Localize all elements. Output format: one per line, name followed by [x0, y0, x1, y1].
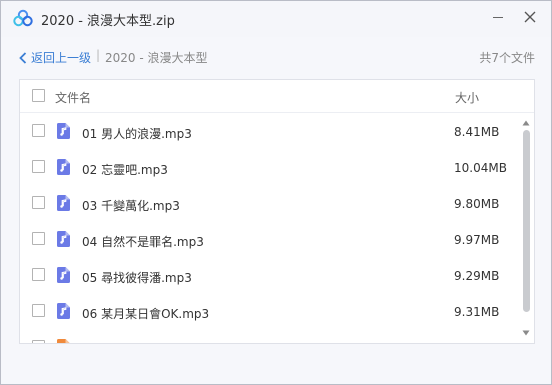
- file-size: 10.04MB: [454, 161, 507, 175]
- back-button[interactable]: 返回上一级: [19, 49, 91, 66]
- chevron-left-icon: [19, 51, 27, 64]
- archive-preview-window: 2020 - 浪漫大本型.zip 返回上一级 | 2020 - 浪漫大本型 共7…: [0, 0, 552, 385]
- file-size: 9.97MB: [454, 233, 500, 247]
- file-size: 8.41MB: [454, 125, 500, 139]
- row-checkbox[interactable]: [32, 232, 45, 245]
- table-row[interactable]: 04 自然不是罪名.mp3 9.97MB: [20, 221, 520, 257]
- music-file-icon: [57, 231, 70, 247]
- title-bar: 2020 - 浪漫大本型.zip: [1, 1, 551, 37]
- back-label: 返回上一级: [31, 51, 92, 65]
- close-icon[interactable]: [519, 6, 541, 28]
- music-file-icon: [57, 159, 70, 175]
- column-header-size: 大小: [455, 91, 480, 105]
- window-title: 2020 - 浪漫大本型.zip: [41, 14, 175, 29]
- table-row[interactable]: [20, 329, 520, 343]
- music-file-icon: [57, 303, 70, 319]
- navigation-bar: 返回上一级 | 2020 - 浪漫大本型 共7个文件: [1, 41, 551, 71]
- scroll-up-arrow-icon[interactable]: [522, 120, 530, 126]
- file-list-panel: 文件名 大小 01 男人的浪漫.mp3 8.41MB 02 忘靈吧.mp3 10…: [19, 79, 535, 344]
- music-file-icon: [57, 123, 70, 139]
- file-name: 05 尋找彼得潘.mp3: [82, 271, 192, 285]
- file-name: 06 某月某日會OK.mp3: [82, 307, 210, 321]
- file-name: 02 忘靈吧.mp3: [82, 163, 168, 177]
- row-checkbox[interactable]: [32, 304, 45, 317]
- breadcrumb-current-folder: 2020 - 浪漫大本型: [105, 51, 208, 65]
- file-icon: [57, 339, 70, 343]
- file-size: 9.29MB: [454, 269, 500, 283]
- file-size: 9.80MB: [454, 197, 500, 211]
- table-row[interactable]: 01 男人的浪漫.mp3 8.41MB: [20, 113, 520, 149]
- select-all-checkbox[interactable]: [32, 89, 45, 102]
- table-row[interactable]: 03 千變萬化.mp3 9.80MB: [20, 185, 520, 221]
- scroll-down-arrow-icon[interactable]: [522, 330, 530, 336]
- table-row[interactable]: 06 某月某日會OK.mp3 9.31MB: [20, 293, 520, 329]
- file-count: 共7个文件: [479, 51, 535, 65]
- breadcrumb-separator: |: [96, 48, 101, 62]
- table-header: 文件名 大小: [20, 80, 534, 113]
- scrollbar-thumb[interactable]: [523, 130, 530, 312]
- table-row[interactable]: 05 尋找彼得潘.mp3 9.29MB: [20, 257, 520, 293]
- music-file-icon: [57, 195, 70, 211]
- column-header-name: 文件名: [55, 91, 92, 105]
- file-name: 03 千變萬化.mp3: [82, 199, 180, 213]
- table-row[interactable]: 02 忘靈吧.mp3 10.04MB: [20, 149, 520, 185]
- file-name: 01 男人的浪漫.mp3: [82, 127, 192, 141]
- row-checkbox[interactable]: [32, 196, 45, 209]
- minimize-button[interactable]: [487, 7, 509, 29]
- row-checkbox[interactable]: [32, 340, 45, 343]
- file-rows: 01 男人的浪漫.mp3 8.41MB 02 忘靈吧.mp3 10.04MB 0…: [20, 113, 520, 343]
- row-checkbox[interactable]: [32, 268, 45, 281]
- row-checkbox[interactable]: [32, 160, 45, 173]
- row-checkbox[interactable]: [32, 124, 45, 137]
- vertical-scrollbar[interactable]: [520, 116, 532, 342]
- file-size: 9.31MB: [454, 305, 500, 319]
- file-name: 04 自然不是罪名.mp3: [82, 235, 204, 249]
- music-file-icon: [57, 267, 70, 283]
- cloud-logo-icon: [13, 9, 33, 27]
